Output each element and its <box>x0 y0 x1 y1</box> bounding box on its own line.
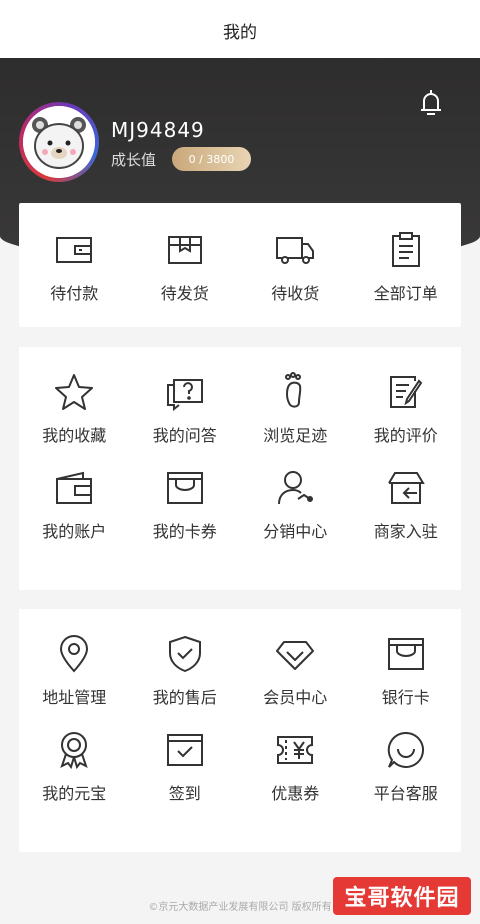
orders-card: 待付款 待发货 待收货 全部订单 <box>19 203 461 327</box>
menu-qa[interactable]: 我的问答 <box>130 371 241 446</box>
order-label: 待收货 <box>271 284 320 303</box>
menu-account[interactable]: 我的账户 <box>19 467 130 542</box>
menu-label: 优惠券 <box>271 784 320 803</box>
menu-label: 地址管理 <box>42 688 107 707</box>
medal-icon <box>53 729 95 771</box>
growth-label: 成长值 <box>111 151 157 169</box>
bell-icon[interactable] <box>418 88 444 118</box>
order-pending-receipt[interactable]: 待收货 <box>240 229 351 304</box>
menu-merchant-join[interactable]: 商家入驻 <box>351 467 462 542</box>
tools-card-b: 地址管理 我的售后 会员中心 银行卡 我的元宝 签到 优惠券 平台客服 <box>19 609 461 852</box>
username: MJ94849 <box>111 118 205 142</box>
store-enter-icon <box>385 467 427 509</box>
truck-icon <box>274 229 316 271</box>
account-wallet-icon <box>53 467 95 509</box>
order-label: 待付款 <box>50 284 99 303</box>
yen-ticket-icon <box>274 729 316 771</box>
order-pending-payment[interactable]: 待付款 <box>19 229 130 304</box>
coupon-box-icon <box>164 467 206 509</box>
menu-reviews[interactable]: 我的评价 <box>351 371 462 446</box>
star-icon <box>53 371 95 413</box>
diamond-icon <box>274 633 316 675</box>
menu-address[interactable]: 地址管理 <box>19 633 130 708</box>
growth-badge[interactable]: 0 / 3800 <box>172 147 251 171</box>
menu-checkin[interactable]: 签到 <box>130 729 241 804</box>
wallet-icon <box>53 229 95 271</box>
bank-card-icon <box>385 633 427 675</box>
menu-after-sales[interactable]: 我的售后 <box>130 633 241 708</box>
bear-avatar-icon <box>23 106 95 178</box>
menu-label: 我的收藏 <box>42 426 107 445</box>
page-title: 我的 <box>223 22 257 43</box>
order-label: 全部订单 <box>373 284 438 303</box>
top-bar: 我的 <box>0 0 480 60</box>
menu-ingots[interactable]: 我的元宝 <box>19 729 130 804</box>
order-all[interactable]: 全部订单 <box>351 229 462 304</box>
watermark-text: 宝哥软件园 <box>344 886 460 911</box>
menu-label: 签到 <box>168 784 201 803</box>
growth-value: 0 / 3800 <box>188 152 235 166</box>
watermark-logo: 宝哥软件园 <box>333 877 471 915</box>
service-smile-icon <box>385 729 427 771</box>
order-label: 待发货 <box>160 284 209 303</box>
distribution-icon <box>274 467 316 509</box>
menu-label: 我的元宝 <box>42 784 107 803</box>
menu-label: 浏览足迹 <box>263 426 328 445</box>
footprint-icon <box>274 371 316 413</box>
menu-label: 商家入驻 <box>373 522 438 541</box>
menu-footprints[interactable]: 浏览足迹 <box>240 371 351 446</box>
menu-customer-service[interactable]: 平台客服 <box>351 729 462 804</box>
menu-label: 我的问答 <box>152 426 217 445</box>
menu-label: 平台客服 <box>373 784 438 803</box>
menu-label: 我的评价 <box>373 426 438 445</box>
tools-card-a: 我的收藏 我的问答 浏览足迹 我的评价 我的账户 我的卡券 分销中心 商家入驻 <box>19 347 461 590</box>
menu-coupons[interactable]: 优惠券 <box>240 729 351 804</box>
menu-label: 会员中心 <box>263 688 328 707</box>
location-icon <box>53 633 95 675</box>
menu-favorites[interactable]: 我的收藏 <box>19 371 130 446</box>
question-chat-icon <box>164 371 206 413</box>
shield-check-icon <box>164 633 206 675</box>
menu-membership[interactable]: 会员中心 <box>240 633 351 708</box>
avatar[interactable] <box>19 102 99 182</box>
clipboard-icon <box>385 229 427 271</box>
menu-label: 银行卡 <box>381 688 430 707</box>
menu-bank-card[interactable]: 银行卡 <box>351 633 462 708</box>
edit-note-icon <box>385 371 427 413</box>
menu-coupons-box[interactable]: 我的卡券 <box>130 467 241 542</box>
menu-label: 我的账户 <box>42 522 107 541</box>
menu-label: 我的售后 <box>152 688 217 707</box>
menu-label: 我的卡券 <box>152 522 217 541</box>
box-icon <box>164 229 206 271</box>
menu-distribution[interactable]: 分销中心 <box>240 467 351 542</box>
checkin-icon <box>164 729 206 771</box>
menu-label: 分销中心 <box>263 522 328 541</box>
order-pending-shipment[interactable]: 待发货 <box>130 229 241 304</box>
